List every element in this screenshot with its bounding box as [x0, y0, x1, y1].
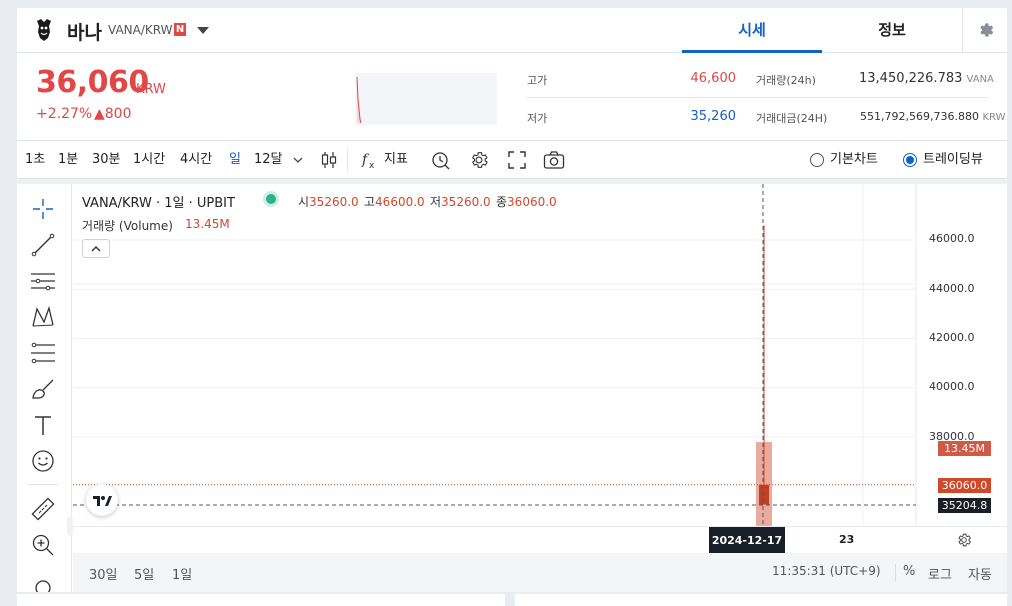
chevron-up-icon — [91, 246, 101, 252]
fib-levels-icon[interactable] — [30, 340, 56, 366]
last-price-tag: 36060.0 — [938, 478, 991, 493]
coin-header: 바나 VANA/KRW N 시세 정보 — [17, 8, 1007, 53]
volume-legend[interactable]: 거래량 (Volume) — [82, 217, 173, 234]
chart-toolbar: 1초 1분 30분 1시간 4시간 일 12달 f x 지표 기본차트 트레이딩… — [17, 141, 1007, 179]
ohlc-high: 고46600.0 — [364, 195, 425, 209]
range-5d[interactable]: 5일 — [134, 564, 154, 583]
summary-divider — [526, 97, 988, 98]
timezone-clock[interactable]: 11:35:31 (UTC+9) — [772, 564, 881, 578]
candle-style-icon[interactable] — [319, 150, 339, 170]
range-1d[interactable]: 1일 — [172, 564, 192, 583]
fx-indicator-icon[interactable]: f x — [360, 150, 380, 170]
interval-12mo[interactable]: 12달 — [254, 141, 283, 179]
crosshair-icon[interactable] — [30, 196, 56, 222]
text-tool-icon[interactable] — [30, 412, 56, 438]
high-value: 46,600 — [690, 71, 737, 86]
time-axis[interactable]: 2024-12-17 23 — [73, 526, 1007, 554]
range-30d[interactable]: 30일 — [89, 564, 118, 583]
tradingview-logo[interactable] — [86, 484, 118, 516]
coin-dropdown-icon[interactable] — [197, 27, 209, 34]
ruler-icon[interactable] — [30, 496, 56, 522]
alert-clock-icon[interactable] — [431, 150, 451, 170]
interval-1s[interactable]: 1초 — [25, 141, 45, 179]
log-toggle[interactable]: 로그 — [928, 564, 952, 583]
chart-bottom-bar: 30일 5일 1일 11:35:31 (UTC+9) % 로그 자동 — [73, 553, 1007, 592]
chart-legend-title: VANA/KRW · 1일 · UPBIT — [82, 196, 235, 211]
legend-collapse-button[interactable] — [82, 239, 110, 258]
ohlc-close: 종36060.0 — [496, 195, 557, 209]
horizontal-lines-icon[interactable] — [30, 268, 56, 294]
change-amount: ▲800 — [94, 106, 132, 122]
brush-icon[interactable] — [30, 376, 56, 402]
volume-legend-value: 13.45M — [185, 217, 230, 231]
bottom-divider — [895, 564, 896, 581]
chart-canvas[interactable] — [73, 184, 1007, 530]
price-summary: 36,060 KRW +2.27% ▲800 고가 46,600 거래량(24h… — [17, 53, 1007, 141]
ohlc-low: 저35260.0 — [430, 195, 491, 209]
mini-sparkline — [355, 73, 497, 125]
coin-name[interactable]: 바나 — [67, 18, 102, 45]
market-open-indicator — [266, 194, 276, 204]
settings-button[interactable] — [962, 8, 1007, 53]
toolbar-divider — [347, 149, 348, 171]
app-frame: 바나 VANA/KRW N 시세 정보 36,060 KRW +2.27% ▲8… — [17, 8, 1007, 592]
low-label: 저가 — [527, 112, 548, 125]
tradingview-logo-icon — [93, 496, 112, 506]
current-price: 36,060 — [36, 65, 149, 100]
coin-symbol[interactable]: VANA/KRW — [108, 23, 172, 37]
y-tick: 44000.0 — [929, 282, 975, 295]
svg-text:x: x — [369, 161, 375, 170]
amount-24h-value: 551,792,569,736.880 KRW — [860, 110, 1006, 123]
high-label: 고가 — [527, 74, 548, 87]
lower-panel-right — [515, 594, 1007, 606]
auto-toggle[interactable]: 자동 — [968, 564, 992, 583]
tab-info[interactable]: 정보 — [822, 8, 962, 53]
gear-icon — [980, 23, 994, 37]
amount-24h-label: 거래대금(24H) — [756, 112, 828, 125]
crosshair-price-tag: 35204.8 — [938, 498, 991, 513]
fullscreen-icon[interactable] — [507, 150, 527, 170]
coin-logo-icon — [37, 19, 51, 41]
tab-price[interactable]: 시세 — [682, 8, 822, 53]
axis-settings-icon[interactable] — [956, 532, 972, 548]
drawing-toolbar — [17, 184, 73, 592]
ohlc-open: 시35260.0 — [298, 195, 359, 209]
new-badge: N — [174, 23, 186, 36]
basic-chart-label[interactable]: 기본차트 — [830, 141, 878, 179]
interval-30m[interactable]: 30분 — [92, 141, 121, 179]
tradingview-radio[interactable] — [903, 153, 917, 167]
percent-toggle[interactable]: % — [903, 564, 915, 579]
lower-panel-left — [17, 594, 505, 606]
camera-icon[interactable] — [543, 150, 565, 170]
indicator-button[interactable]: 지표 — [384, 141, 408, 179]
tradingview-label[interactable]: 트레이딩뷰 — [923, 141, 983, 179]
basic-chart-radio[interactable] — [810, 153, 824, 167]
interval-1h[interactable]: 1시간 — [133, 141, 165, 179]
price-chart[interactable]: VANA/KRW · 1일 · UPBIT 시35260.0 고46600.0 … — [73, 184, 1007, 530]
interval-4h[interactable]: 4시간 — [180, 141, 212, 179]
interval-1m[interactable]: 1분 — [58, 141, 78, 179]
x-tick: 23 — [839, 533, 855, 546]
zoom-in-icon[interactable] — [30, 532, 56, 558]
volume-24h-value: 13,450,226.783 VANA — [859, 71, 994, 86]
low-value: 35,260 — [690, 109, 737, 124]
magnet-icon[interactable] — [30, 578, 56, 592]
chevron-down-icon[interactable] — [293, 156, 303, 164]
change-percent: +2.27% — [36, 106, 93, 122]
tools-divider — [28, 484, 58, 485]
volume-price-tag: 13.45M — [938, 441, 991, 456]
emoji-icon[interactable] — [30, 448, 56, 474]
y-tick: 42000.0 — [929, 331, 975, 344]
y-tick: 40000.0 — [929, 380, 975, 393]
price-currency: KRW — [136, 82, 166, 97]
y-tick: 46000.0 — [929, 232, 975, 245]
trend-line-icon[interactable] — [30, 232, 56, 258]
gear-icon[interactable] — [469, 150, 489, 170]
volume-24h-label: 거래량(24h) — [756, 74, 816, 87]
crosshair-date-label: 2024-12-17 — [709, 527, 785, 554]
candle-body — [759, 484, 769, 505]
pattern-icon[interactable] — [30, 304, 56, 330]
interval-1d[interactable]: 일 — [229, 141, 241, 179]
